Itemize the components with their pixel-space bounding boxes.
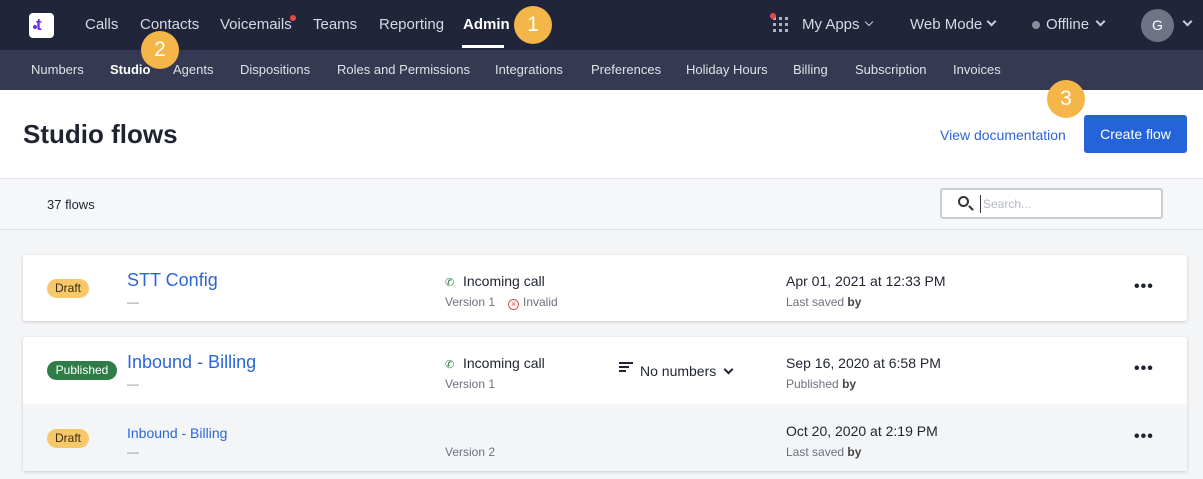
saved-date: Oct 20, 2020 at 2:19 PM — [786, 423, 938, 439]
page-header: Studio flows View documentation Create f… — [0, 90, 1203, 179]
callout-2: 2 — [141, 31, 179, 69]
more-icon[interactable]: ••• — [1134, 279, 1154, 295]
filter-bar: 37 flows — [0, 179, 1203, 230]
saved-date: Apr 01, 2021 at 12:33 PM — [786, 273, 946, 289]
avatar[interactable]: G — [1141, 9, 1174, 42]
chevron-down-icon[interactable] — [986, 16, 997, 27]
subnav-billing[interactable]: Billing — [793, 62, 828, 78]
saved-label: Published — [786, 377, 839, 391]
saved-info: Last saved by — [786, 295, 861, 309]
active-tab-indicator — [462, 45, 504, 48]
flow-name-link[interactable]: Inbound - Billing — [127, 422, 227, 444]
flow-row[interactable]: Draft STT Config — ✆ Incoming call Versio… — [23, 255, 1187, 321]
chevron-down-icon — [723, 364, 734, 375]
flow-card[interactable]: Draft STT Config — ✆ Incoming call Versio… — [23, 255, 1187, 321]
flow-name-link[interactable]: STT Config — [127, 269, 218, 291]
saved-info: Published by — [786, 377, 856, 391]
numbers-list-icon — [619, 362, 633, 374]
search-icon-handle — [968, 205, 974, 211]
subnav-agents[interactable]: Agents — [173, 62, 213, 78]
mode-menu[interactable]: Web Mode — [910, 16, 982, 34]
status-badge: Draft — [47, 429, 89, 448]
status-menu[interactable]: Offline — [1046, 16, 1089, 34]
notification-dot-icon — [290, 15, 296, 21]
saved-by: by — [842, 377, 857, 391]
saved-label: Last saved — [786, 445, 845, 459]
trigger-label: Incoming call — [463, 273, 545, 289]
phone-icon: ✆ — [445, 277, 455, 289]
flow-description: — — [127, 445, 139, 459]
trigger-type: ✆ Incoming call — [445, 354, 545, 374]
saved-date: Sep 16, 2020 at 6:58 PM — [786, 355, 941, 371]
version-label: Version 1 — [445, 295, 496, 309]
flow-row[interactable]: Published Inbound - Billing — ✆ Incoming … — [23, 337, 1187, 404]
top-nav: t Calls Contacts Voicemails Teams Report… — [0, 0, 1203, 50]
flow-description: — — [127, 377, 139, 391]
logo-icon[interactable]: t — [29, 13, 54, 38]
more-icon[interactable]: ••• — [1134, 429, 1154, 445]
nav-teams[interactable]: Teams — [313, 16, 357, 34]
more-icon[interactable]: ••• — [1134, 361, 1154, 377]
apps-notification-dot-icon — [770, 13, 776, 19]
status-badge: Draft — [47, 279, 89, 298]
page-title: Studio flows — [23, 119, 178, 149]
nav-contacts[interactable]: Contacts — [140, 16, 199, 34]
chevron-down-icon[interactable] — [1182, 16, 1193, 27]
saved-label: Last saved — [786, 295, 845, 309]
trigger-type: ✆ Incoming call — [445, 272, 545, 292]
search-input[interactable] — [980, 195, 1155, 213]
nav-reporting[interactable]: Reporting — [379, 16, 444, 34]
subnav-preferences[interactable]: Preferences — [591, 62, 661, 78]
flow-name-link[interactable]: Inbound - Billing — [127, 351, 256, 373]
subnav-invoices[interactable]: Invoices — [953, 62, 1001, 78]
callout-3: 3 — [1047, 80, 1085, 118]
chevron-down-icon[interactable] — [864, 17, 874, 27]
nav-admin[interactable]: Admin — [463, 16, 510, 34]
subnav-dispositions[interactable]: Dispositions — [240, 62, 310, 78]
invalid-icon: × — [508, 299, 519, 310]
flow-count: 37 flows — [47, 197, 95, 212]
subnav-roles[interactable]: Roles and Permissions — [337, 62, 470, 78]
search-icon — [958, 196, 969, 207]
subnav-integrations[interactable]: Integrations — [495, 62, 563, 78]
phone-icon: ✆ — [445, 359, 455, 371]
subnav-numbers[interactable]: Numbers — [31, 62, 84, 78]
status-dot-icon — [1032, 21, 1040, 29]
nav-voicemails[interactable]: Voicemails — [220, 16, 292, 34]
numbers-dropdown[interactable]: No numbers — [619, 362, 734, 380]
saved-info: Last saved by — [786, 445, 861, 459]
trigger-label: Incoming call — [463, 355, 545, 371]
status-badge: Published — [47, 361, 117, 380]
flow-version-row[interactable]: Draft Inbound - Billing — Version 2 Oct … — [23, 404, 1187, 471]
flow-card[interactable]: Published Inbound - Billing — ✆ Incoming … — [23, 337, 1187, 471]
saved-by: by — [847, 295, 862, 309]
view-documentation-link[interactable]: View documentation — [940, 126, 1066, 144]
subnav-studio[interactable]: Studio — [110, 62, 150, 78]
admin-subnav: Numbers Studio Agents Dispositions Roles… — [0, 50, 1203, 90]
grid-apps-icon[interactable] — [773, 17, 789, 33]
version-label: Version 2 — [445, 445, 496, 459]
nav-calls[interactable]: Calls — [85, 16, 118, 34]
create-flow-button[interactable]: Create flow — [1084, 115, 1187, 153]
flow-description: — — [127, 295, 139, 309]
my-apps-menu[interactable]: My Apps — [802, 16, 860, 34]
chevron-down-icon[interactable] — [1095, 16, 1106, 27]
subnav-subscription[interactable]: Subscription — [855, 62, 927, 78]
subnav-holiday-hours[interactable]: Holiday Hours — [686, 62, 768, 78]
validity: × Invalid — [508, 295, 558, 310]
search-box[interactable] — [940, 188, 1163, 219]
callout-1: 1 — [514, 6, 552, 44]
version-label: Version 1 — [445, 377, 496, 391]
saved-by: by — [847, 445, 862, 459]
numbers-label: No numbers — [640, 363, 717, 379]
validity-label: Invalid — [523, 295, 558, 309]
